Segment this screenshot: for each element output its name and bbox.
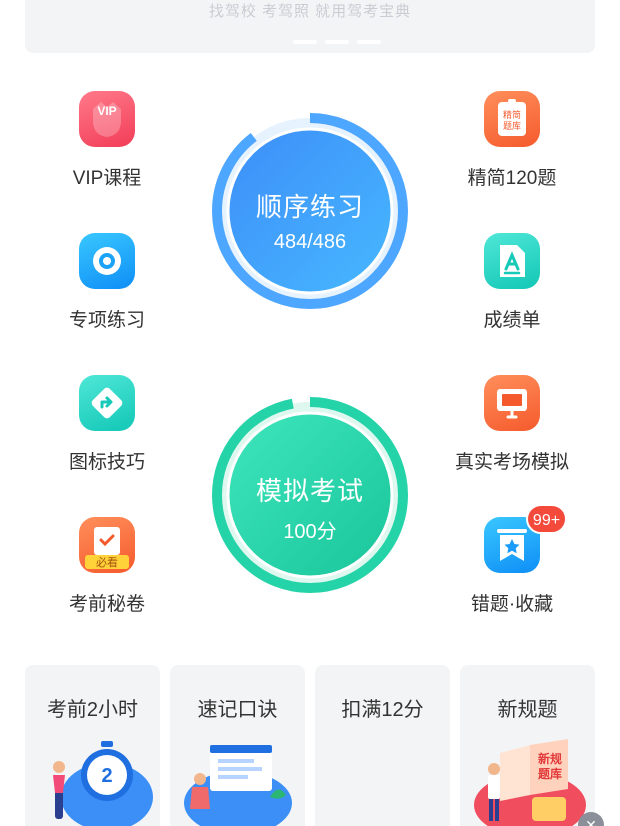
exam-score-text: 100分 bbox=[283, 521, 337, 543]
feature-report-card[interactable]: 成绩单 bbox=[442, 233, 582, 332]
exam-title: 模拟考试 bbox=[255, 476, 364, 506]
card-new-rules-questions[interactable]: 新规题 新规 题库 bbox=[460, 665, 595, 826]
monitor-icon bbox=[484, 375, 540, 431]
unread-count-badge: 99+ bbox=[526, 504, 567, 534]
banner-pagination bbox=[293, 40, 381, 44]
svg-text:2: 2 bbox=[101, 765, 112, 787]
feature-special-practice[interactable]: 专项练习 bbox=[37, 233, 177, 332]
card-title: 速记口诀 bbox=[197, 699, 278, 721]
report-icon bbox=[484, 233, 540, 289]
feature-sign-tips[interactable]: 图标技巧 bbox=[37, 375, 177, 474]
open-book-icon: 新规 题库 bbox=[474, 739, 586, 826]
feature-label: 精简120题 bbox=[467, 168, 557, 189]
reading-person-icon bbox=[184, 745, 292, 826]
mock-exam-button[interactable]: 模拟考试 100分 bbox=[212, 397, 408, 593]
feature-mistakes-favorites[interactable]: 错题·收藏 bbox=[442, 517, 582, 616]
card-2-hours-before-exam[interactable]: 考前2小时 2 bbox=[25, 665, 160, 826]
pagination-dot bbox=[293, 40, 317, 44]
feature-secret-paper[interactable]: 必看 考前秘卷 bbox=[37, 517, 177, 616]
card-12-points-deducted[interactable]: 扣满12分 bbox=[315, 665, 450, 826]
exam-paper-icon: 必看 bbox=[79, 517, 135, 573]
card-memory-tips[interactable]: 速记口诀 bbox=[170, 665, 305, 826]
svg-text:新规: 新规 bbox=[538, 751, 562, 766]
feature-label: 图标技巧 bbox=[68, 452, 145, 473]
card-title: 新规题 bbox=[497, 699, 558, 721]
practice-progress-text: 484/486 bbox=[273, 231, 347, 253]
svg-text:VIP: VIP bbox=[97, 104, 116, 118]
feature-simplified-120[interactable]: 精简 题库 精简120题 bbox=[442, 91, 582, 190]
svg-text:必看: 必看 bbox=[96, 555, 118, 569]
vip-crown-icon: VIP bbox=[79, 91, 135, 147]
stopwatch-icon: 2 bbox=[53, 741, 153, 826]
pagination-dot bbox=[357, 40, 381, 44]
svg-text:题库: 题库 bbox=[538, 766, 562, 781]
banner-slogan: 找驾校 考驾照 就用驾考宝典 bbox=[208, 3, 412, 20]
sequential-practice-button[interactable]: 顺序练习 484/486 bbox=[212, 113, 408, 309]
feature-label: VIP课程 bbox=[72, 168, 142, 189]
svg-text:题库: 题库 bbox=[503, 120, 521, 131]
svg-text:精简: 精简 bbox=[503, 109, 521, 120]
document-icon: 精简 题库 bbox=[484, 91, 540, 147]
card-title: 考前2小时 bbox=[46, 699, 139, 721]
card-title: 扣满12分 bbox=[341, 699, 424, 721]
road-sign-icon bbox=[79, 375, 135, 431]
feature-label: 真实考场模拟 bbox=[454, 452, 569, 473]
feature-label: 成绩单 bbox=[483, 310, 541, 331]
feature-real-exam-sim[interactable]: 真实考场模拟 bbox=[442, 375, 582, 474]
pagination-dot-active bbox=[325, 40, 349, 44]
target-icon bbox=[79, 233, 135, 289]
close-icon[interactable]: ✕ bbox=[578, 812, 604, 826]
practice-title: 顺序练习 bbox=[255, 192, 364, 222]
feature-label: 考前秘卷 bbox=[68, 594, 145, 615]
feature-vip-course[interactable]: VIP VIP课程 bbox=[37, 91, 177, 190]
top-banner[interactable]: 找驾校 考驾照 就用驾考宝典 bbox=[25, 0, 595, 53]
feature-label: 错题·收藏 bbox=[470, 594, 554, 615]
feature-label: 专项练习 bbox=[68, 310, 145, 331]
